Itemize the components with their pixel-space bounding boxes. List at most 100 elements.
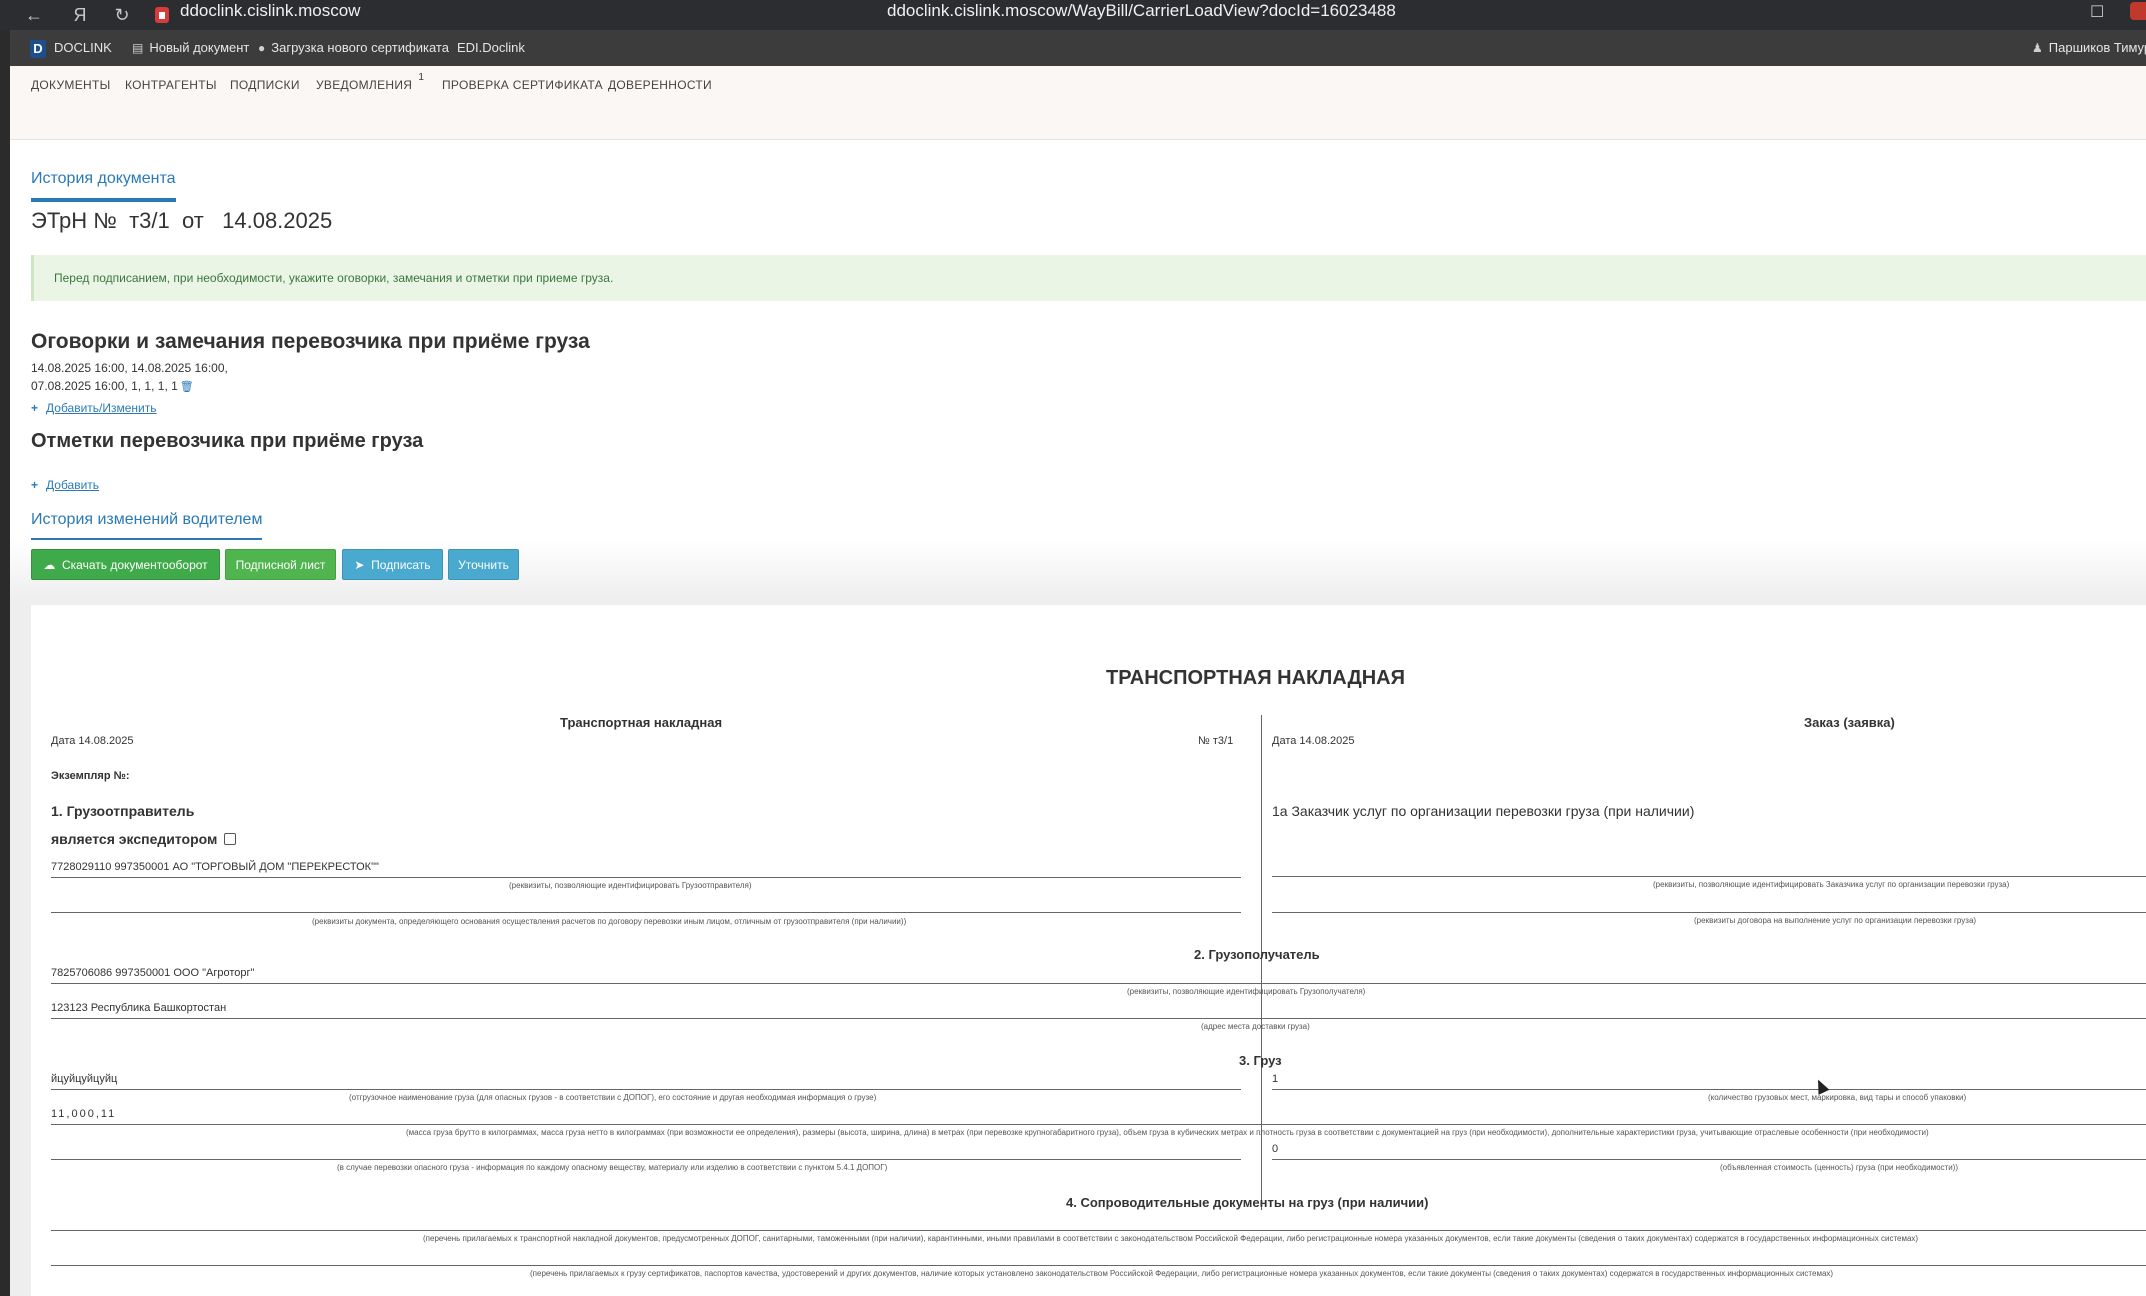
cargo-name-line xyxy=(51,1089,1241,1090)
contract-caption: (реквизиты договора на выполнение услуг … xyxy=(1694,916,1977,925)
section-4-title: 4. Сопроводительные документы на груз (п… xyxy=(1066,1195,1429,1210)
back-arrow-icon[interactable]: ← xyxy=(14,0,54,30)
info-alert: Перед подписанием, при необходимости, ук… xyxy=(31,255,2146,301)
add-edit-reservations-link[interactable]: + Добавить/Изменить xyxy=(31,401,157,415)
sender-caption: (реквизиты, позволяющие идентифицировать… xyxy=(509,881,752,890)
send-icon: ➤ xyxy=(354,558,365,572)
menu-notifications[interactable]: УВЕДОМЛЕНИЯ 1 xyxy=(316,72,424,92)
upload-cert-label: Загрузка нового сертификата xyxy=(271,40,449,55)
info-alert-text: Перед подписанием, при необходимости, ук… xyxy=(54,271,614,285)
app-header: D DOCLINK ▤ Новый документ ● Загрузка ново… xyxy=(10,30,2146,66)
places-caption: (количество грузовых мест, маркировка, в… xyxy=(1708,1093,1967,1102)
upload-cert-link[interactable]: ● Загрузка нового сертификата xyxy=(258,30,449,66)
cargo-name-value: йцуйцуйцуйц xyxy=(51,1073,118,1085)
address-caption: (адрес места доставки груза) xyxy=(1201,1022,1310,1031)
mass-line xyxy=(51,1124,2146,1125)
certificate-icon: ● xyxy=(258,41,266,55)
yandex-icon[interactable]: Я xyxy=(60,0,100,30)
extension-icon[interactable] xyxy=(2130,2,2146,20)
doclink-logo[interactable]: D xyxy=(30,40,46,58)
waybill-title: ТРАНСПОРТНАЯ НАКЛАДНАЯ xyxy=(1106,667,1405,689)
download-docflow-label: Скачать документооборот xyxy=(62,558,208,572)
mass-caption: (масса груза брутто в килограммах, масса… xyxy=(406,1128,1929,1137)
user-icon: ♟ xyxy=(2032,41,2043,55)
download-docflow-button[interactable]: ☁ Скачать документооборот xyxy=(31,549,220,580)
mass-value: 11,000,11 xyxy=(51,1108,117,1120)
copy-number-label: Экземпляр №: xyxy=(51,770,130,782)
document-icon: ▤ xyxy=(132,41,144,55)
add-marks-link[interactable]: + Добавить xyxy=(31,478,99,492)
menu-powers[interactable]: ДОВЕРЕННОСТИ xyxy=(608,78,712,92)
sign-label: Подписать xyxy=(371,558,431,572)
docs-caption-1: (перечень прилагаемых к транспортной нак… xyxy=(423,1234,1919,1243)
menu-check-cert[interactable]: ПРОВЕРКА СЕРТИФИКАТА xyxy=(442,78,603,92)
declared-value: 0 xyxy=(1272,1143,1279,1155)
reservations-list: 14.08.2025 16:00, 14.08.2025 16:00, 07.0… xyxy=(31,359,228,396)
danger-caption: (в случае перевозки опасного груза - инф… xyxy=(337,1163,888,1172)
address-value: 123123 Республика Башкортостан xyxy=(51,1002,227,1014)
waybill-date: Дата 14.08.2025 xyxy=(51,735,134,747)
cargo-name-caption: (отгрузочное наименование груза (для опа… xyxy=(349,1093,877,1102)
danger-line xyxy=(51,1159,1241,1160)
sign-button[interactable]: ➤ Подписать xyxy=(342,549,443,580)
menu-signatures[interactable]: ПОДПИСКИ xyxy=(230,78,300,92)
section-1a-title: 1а Заказчик услуг по организации перевоз… xyxy=(1272,803,1695,819)
is-forwarder-checkbox[interactable] xyxy=(224,833,236,845)
brand-link[interactable]: DOCLINK xyxy=(54,30,112,66)
places-value: 1 xyxy=(1272,1073,1279,1085)
trash-icon[interactable]: 🗑 xyxy=(180,378,194,396)
document-history-link[interactable]: История документа xyxy=(31,170,176,188)
reload-icon[interactable]: ↻ xyxy=(102,0,142,30)
user-name: Паршиков Тимур xyxy=(2048,40,2146,55)
menu-notifications-label: УВЕДОМЛЕНИЯ xyxy=(316,78,413,92)
sender-doc-caption: (реквизиты документа, определяющего осно… xyxy=(312,917,907,926)
menu-documents[interactable]: ДОКУМЕНТЫ xyxy=(31,78,111,92)
cloud-download-icon: ☁ xyxy=(43,558,56,572)
driver-history-link[interactable]: История изменений водителем xyxy=(31,511,262,529)
history-underline xyxy=(31,198,176,202)
reservations-title: Оговорки и замечания перевозчика при при… xyxy=(31,330,590,353)
plus-icon: + xyxy=(31,478,39,492)
bookmark-icon[interactable]: ☐ xyxy=(2090,2,2104,22)
waybill-left-header: Транспортная накладная xyxy=(560,715,723,730)
sign-sheet-button[interactable]: Подписной лист xyxy=(225,549,336,580)
notifications-badge: 1 xyxy=(418,72,425,83)
waybill-document: ТРАНСПОРТНАЯ НАКЛАДНАЯ Транспортная накл… xyxy=(31,605,2146,1296)
clarify-button[interactable]: Уточнить xyxy=(448,549,519,580)
site-warning-icon[interactable] xyxy=(154,6,170,24)
section-3-title: 3. Груз xyxy=(1239,1053,1282,1068)
address-bar[interactable]: ddoclink.cislink.moscow/WayBill/CarrierL… xyxy=(887,0,1396,22)
browser-toolbar: ← Я ↻ ddoclink.cislink.moscow ddoclink.c… xyxy=(0,0,2146,30)
sender-value: 7728029110 997350001 АО "ТОРГОВЫЙ ДОМ "П… xyxy=(51,861,379,873)
add-label: Добавить xyxy=(46,478,100,492)
sender-line xyxy=(51,877,1241,878)
customer-caption: (реквизиты, позволяющие идентифицировать… xyxy=(1653,880,2010,889)
places-line xyxy=(1272,1089,2146,1090)
order-date: Дата 14.08.2025 xyxy=(1272,735,1355,747)
user-menu[interactable]: ♟ Паршиков Тимур xyxy=(2032,30,2146,66)
waybill-number: № т3/1 xyxy=(1198,735,1234,747)
section-1-title: 1. Грузоотправитель xyxy=(51,803,195,819)
address-host[interactable]: ddoclink.cislink.moscow xyxy=(180,0,360,22)
main-menu: ДОКУМЕНТЫ КОНТРАГЕНТЫ ПОДПИСКИ УВЕДОМЛЕН… xyxy=(10,66,2146,140)
docs-caption-2: (перечень прилагаемых к грузу сертификат… xyxy=(530,1269,1834,1278)
marks-title: Отметки перевозчика при приёме груза xyxy=(31,430,424,452)
declared-value-line xyxy=(1272,1159,2146,1160)
edi-link[interactable]: EDI.Doclink xyxy=(457,30,525,66)
reservations-line-2: 07.08.2025 16:00, 1, 1, 1, 1 xyxy=(31,379,178,393)
menu-contragents[interactable]: КОНТРАГЕНТЫ xyxy=(125,78,217,92)
new-document-label: Новый документ xyxy=(149,40,250,55)
add-edit-label: Добавить/Изменить xyxy=(46,401,157,415)
address-line xyxy=(51,1018,2146,1019)
order-header: Заказ (заявка) xyxy=(1804,715,1895,730)
window-edge xyxy=(0,0,10,1296)
contract-line xyxy=(1272,912,2146,913)
reservations-line-1: 14.08.2025 16:00, 14.08.2025 16:00, xyxy=(31,361,228,375)
page-title: ЭТрН № т3/1 от 14.08.2025 xyxy=(31,208,333,233)
docs-line-2 xyxy=(51,1265,2146,1266)
receiver-caption: (реквизиты, позволяющие идентифицировать… xyxy=(1127,987,1366,996)
declared-value-caption: (объявленная стоимость (ценность) груза … xyxy=(1720,1163,1959,1172)
is-forwarder-label: является экспедитором xyxy=(51,831,218,847)
new-document-link[interactable]: ▤ Новый документ xyxy=(132,30,249,66)
receiver-value: 7825706086 997350001 ООО "Агроторг" xyxy=(51,967,255,979)
